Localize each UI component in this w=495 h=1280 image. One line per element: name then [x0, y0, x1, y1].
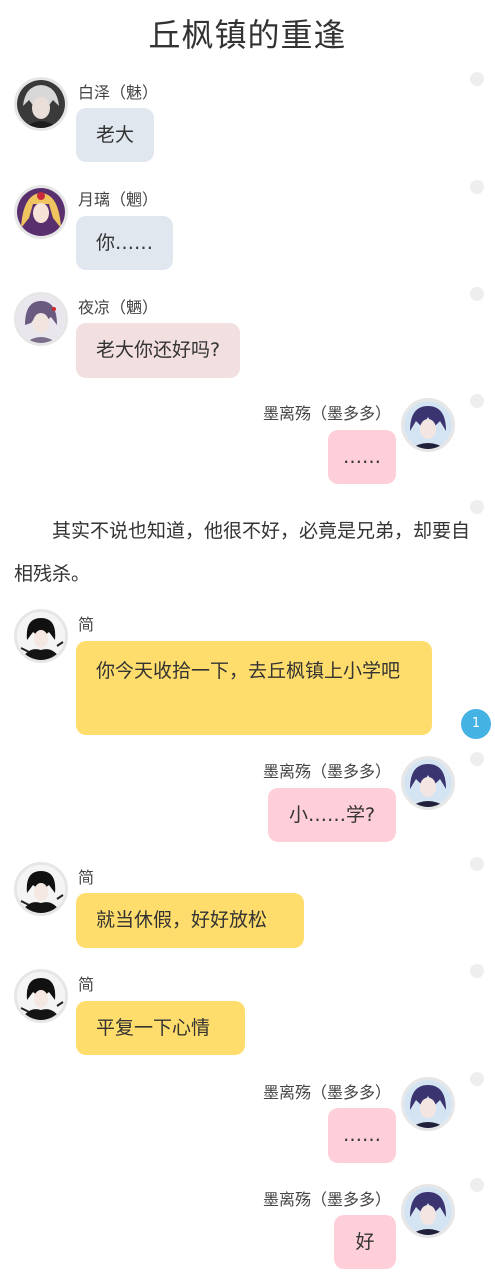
- message-bubble[interactable]: 好: [334, 1215, 396, 1269]
- message-bubble[interactable]: 老大: [76, 108, 155, 162]
- sender-name: 白泽（魅）: [78, 83, 159, 102]
- message-dot[interactable]: [470, 394, 484, 408]
- message-bubble[interactable]: 就当休假，好好放松: [76, 893, 304, 948]
- sender-name: 简: [78, 615, 95, 634]
- message-bubble[interactable]: 老大你还好吗?: [76, 323, 241, 378]
- message-dot[interactable]: [470, 964, 484, 978]
- message-bubble[interactable]: 小……学?: [268, 788, 396, 842]
- message-text: 你今天收拾一下，去丘枫镇上小学吧: [96, 660, 401, 682]
- avatar-black-hair-icon: [17, 865, 65, 913]
- message-dot[interactable]: [470, 72, 484, 86]
- message-bubble[interactable]: 你……: [76, 216, 174, 270]
- avatar[interactable]: [14, 862, 68, 916]
- avatar[interactable]: [14, 969, 68, 1023]
- sender-name: 墨离殇（墨多多）: [262, 762, 391, 781]
- avatar-white-hair-icon: [17, 80, 65, 128]
- avatar-dark-purple-hair-icon: [404, 401, 452, 449]
- avatar[interactable]: [401, 1184, 455, 1238]
- avatar-blonde-hair-icon: [17, 188, 65, 236]
- sender-name: 墨离殇（墨多多）: [262, 1083, 391, 1102]
- message-dot[interactable]: [470, 1178, 484, 1192]
- message-bubble[interactable]: 平复一下心情: [76, 1001, 245, 1055]
- avatar-dark-purple-hair-icon: [404, 1187, 452, 1235]
- unread-badge[interactable]: 1: [461, 709, 491, 739]
- avatar[interactable]: [14, 292, 68, 346]
- sender-name: 夜凉（魉）: [78, 298, 159, 317]
- sender-name: 简: [78, 975, 95, 994]
- avatar[interactable]: [14, 77, 68, 131]
- avatar[interactable]: [14, 609, 68, 663]
- avatar-dark-purple-hair-icon: [404, 759, 452, 807]
- narration-text: 其实不说也知道，他很不好，必竟是兄弟，却要自相残杀。: [14, 520, 471, 585]
- avatar[interactable]: [401, 756, 455, 810]
- avatar-dark-purple-hair-icon: [404, 1080, 452, 1128]
- message-bubble[interactable]: ……: [328, 1108, 396, 1163]
- message-bubble[interactable]: 你今天收拾一下，去丘枫镇上小学吧: [76, 641, 432, 735]
- sender-name: 简: [78, 868, 95, 887]
- sender-name: 墨离殇（墨多多）: [262, 404, 391, 423]
- page-title: 丘枫镇的重逢: [148, 16, 347, 54]
- avatar[interactable]: [401, 1077, 455, 1131]
- avatar-purple-hair-icon: [17, 295, 65, 343]
- avatar-black-hair-icon: [17, 612, 65, 660]
- message-dot[interactable]: [470, 752, 484, 766]
- message-dot[interactable]: [470, 287, 484, 301]
- sender-name: 月璃（魍）: [78, 190, 159, 209]
- message-dot[interactable]: [470, 1072, 484, 1086]
- avatar[interactable]: [401, 398, 455, 452]
- message-bubble[interactable]: ……: [328, 430, 396, 484]
- sender-name: 墨离殇（墨多多）: [262, 1190, 391, 1209]
- message-dot[interactable]: [470, 857, 484, 871]
- avatar[interactable]: [14, 185, 68, 239]
- avatar-black-hair-icon: [17, 972, 65, 1020]
- message-dot[interactable]: [470, 180, 484, 194]
